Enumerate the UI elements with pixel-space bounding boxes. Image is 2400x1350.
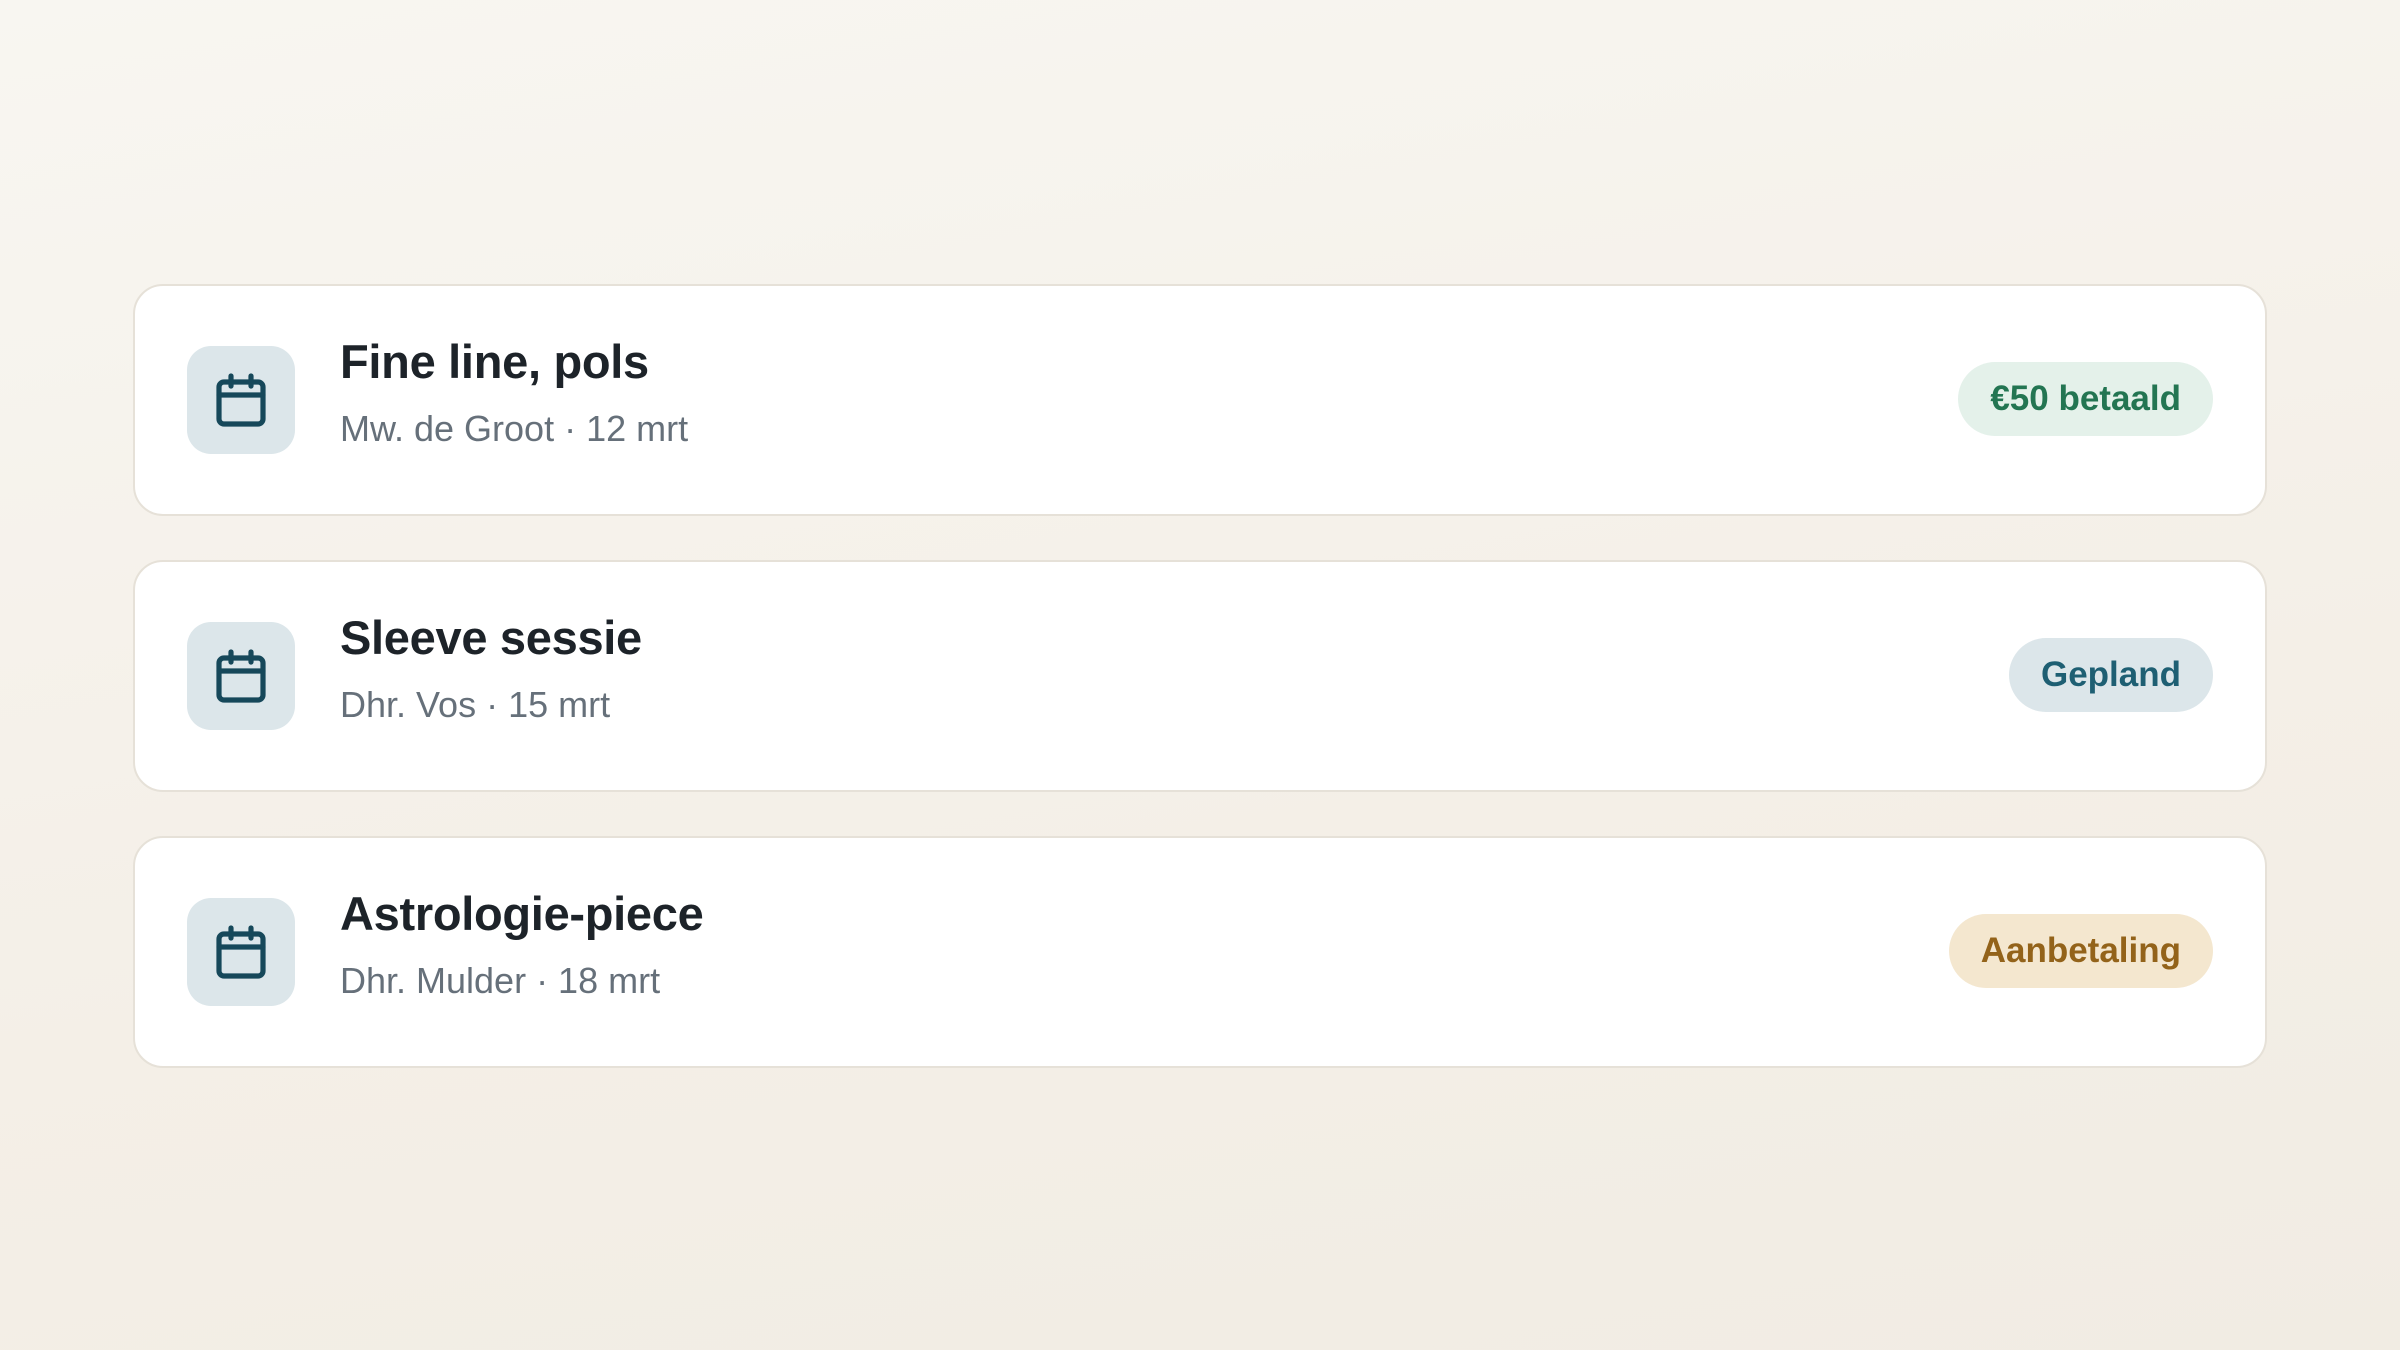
appointment-subtitle: Dhr. Vos · 15 mrt	[340, 684, 611, 725]
appointment-text: Astrologie-piece Dhr. Mulder · 18 mrt	[340, 886, 704, 1002]
appointment-card[interactable]: Astrologie-piece Dhr. Mulder · 18 mrt Aa…	[133, 836, 2267, 1068]
appointment-title: Sleeve sessie	[340, 611, 642, 664]
appointment-list: Fine line, pols Mw. de Groot · 12 mrt €5…	[133, 284, 2267, 1112]
calendar-icon-tile	[187, 898, 295, 1006]
appointment-text: Fine line, pols Mw. de Groot · 12 mrt	[340, 334, 688, 450]
status-badge: Gepland	[2008, 638, 2213, 712]
appointment-title: Astrologie-piece	[340, 887, 704, 940]
calendar-icon	[216, 649, 266, 703]
status-badge: Aanbetaling	[1948, 914, 2213, 988]
calendar-icon	[216, 373, 266, 427]
appointment-card[interactable]: Fine line, pols Mw. de Groot · 12 mrt €5…	[133, 284, 2267, 516]
appointment-title: Fine line, pols	[340, 335, 649, 388]
status-badge: €50 betaald	[1958, 362, 2213, 436]
calendar-icon	[216, 925, 266, 979]
calendar-icon-tile	[187, 622, 295, 730]
appointment-subtitle: Dhr. Mulder · 18 mrt	[340, 960, 661, 1001]
calendar-icon-tile	[187, 346, 295, 454]
appointment-card[interactable]: Sleeve sessie Dhr. Vos · 15 mrt Gepland	[133, 560, 2267, 792]
appointment-text: Sleeve sessie Dhr. Vos · 15 mrt	[340, 610, 642, 726]
appointment-subtitle: Mw. de Groot · 12 mrt	[340, 408, 689, 449]
